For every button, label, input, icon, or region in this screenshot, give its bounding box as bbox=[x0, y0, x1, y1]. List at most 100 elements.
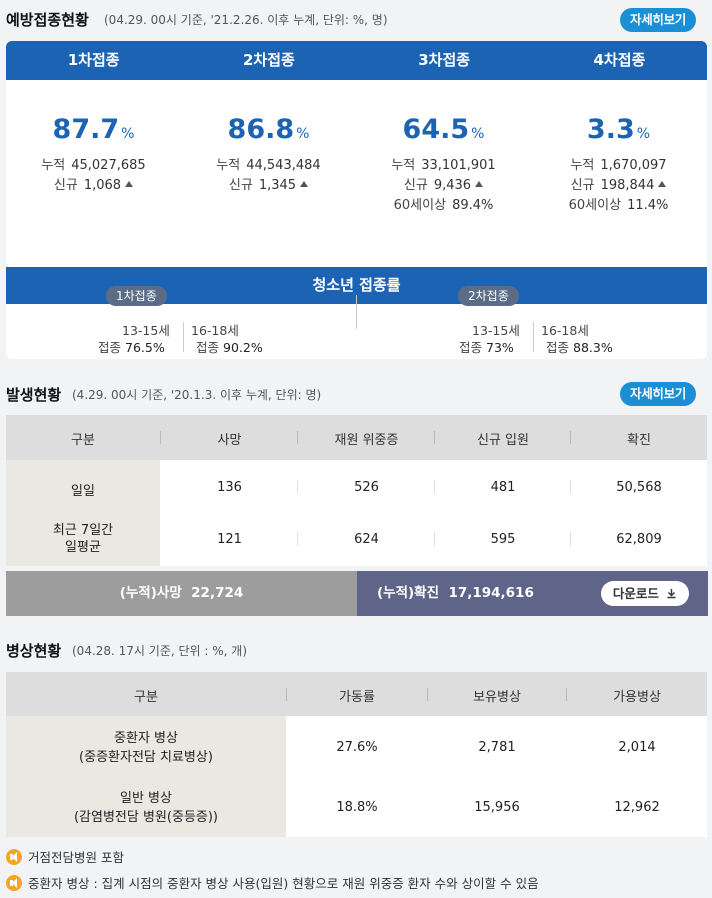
beds-row-1-utilization: 27.6% bbox=[336, 740, 378, 755]
beds-header-category: 구분 bbox=[134, 690, 158, 705]
dose-header-3: 3차접종 bbox=[418, 51, 471, 69]
cumulative-confirmed-value: 17,194,616 bbox=[448, 585, 534, 601]
dose-3-panel: 64.5% 누적 33,101,901 신규 9,436 60세이상 89.4% bbox=[356, 80, 531, 267]
incidence-header-deaths: 사망 bbox=[217, 433, 242, 448]
teen-dose-1-rate: 83.2% bbox=[178, 278, 258, 309]
beds-row-1-owned: 2,781 bbox=[478, 740, 516, 755]
teen-dose-1-rate-value: 83.2 bbox=[178, 278, 245, 309]
dose-1-new: 신규 1,068 bbox=[6, 174, 181, 193]
teen-dose-2-pill: 2차접종 bbox=[458, 286, 519, 306]
beds-note: (04.28. 17시 기준, 단위 : %, 개) bbox=[72, 644, 248, 658]
download-label: 다운로드 bbox=[612, 586, 659, 601]
beds-body bbox=[286, 716, 707, 837]
dose-header-4: 4차접종 bbox=[593, 51, 646, 69]
incidence-row-1-deaths: 136 bbox=[217, 480, 242, 495]
dose-4-rate: 3.3% bbox=[531, 114, 706, 145]
dose-3-cumulative: 누적 33,101,901 bbox=[391, 158, 496, 173]
up-triangle-icon bbox=[300, 181, 309, 187]
teen-dose-1-rate2: 접종 90.2% bbox=[196, 340, 263, 355]
teen-dose-1-pill: 1차접종 bbox=[106, 286, 167, 306]
beds-row-2-label: 일반 병상 (감염병전담 병원(중등증)) bbox=[73, 791, 219, 825]
incidence-body bbox=[160, 460, 707, 566]
vaccination-title: 예방접종현황 bbox=[6, 11, 89, 29]
dose-4-senior: 60세이상 11.4% bbox=[568, 198, 669, 213]
beds-row-1-available: 2,014 bbox=[618, 740, 656, 755]
incidence-row-2-label: 최근 7일간 일평균 bbox=[52, 523, 114, 555]
cumulative-deaths-bar: (누적)사망 22,724 bbox=[6, 571, 357, 616]
dose-2-rate: 86.8% bbox=[181, 114, 356, 145]
incidence-header-critical: 재원 위중증 bbox=[334, 433, 399, 448]
incidence-header-new-admit: 신규 입원 bbox=[477, 433, 529, 448]
incidence-row-1-confirmed: 50,568 bbox=[616, 480, 662, 495]
beds-row-1-label: 중환자 병상 (중증환자전담 치료병상) bbox=[79, 731, 213, 765]
teen-dose-1-rate1: 접종 76.5% bbox=[98, 340, 165, 355]
dose-3-senior: 60세이상 89.4% bbox=[393, 198, 494, 213]
incidence-header-confirmed: 확진 bbox=[627, 433, 651, 448]
teen-dose-2-rate-value: 80.5 bbox=[528, 278, 595, 309]
dose-4-new: 신규 198,844 bbox=[531, 174, 706, 193]
dose-1-rate: 87.7% bbox=[6, 114, 181, 145]
dose-header-row: 1차접종 2차접종 3차접종 4차접종 bbox=[6, 41, 707, 80]
beds-title: 병상현황 bbox=[6, 642, 62, 660]
dose-4-panel: 3.3% 누적 1,670,097 신규 198,844 60세이상 11.4% bbox=[531, 80, 706, 267]
cumulative-deaths-value: 22,724 bbox=[191, 585, 244, 601]
cumulative-deaths-label: (누적)사망 bbox=[119, 585, 182, 601]
dose-3-new: 신규 9,436 bbox=[356, 174, 531, 193]
vaccination-note: (04.29. 00시 기준, '21.2.26. 이후 누계, 단위: %, … bbox=[104, 13, 388, 27]
incidence-row-2-confirmed: 62,809 bbox=[616, 532, 662, 547]
dose-1-rate-unit: % bbox=[121, 126, 135, 142]
dose-2-rate-value: 86.8 bbox=[227, 114, 295, 145]
dose-3-rate-unit: % bbox=[471, 126, 485, 142]
incidence-title: 발생현황 bbox=[6, 386, 62, 404]
dose-4-cumulative: 누적 1,670,097 bbox=[570, 158, 667, 173]
beds-header-utilization: 가동률 bbox=[339, 690, 375, 705]
beds-note-1: 거점전담병원 포함 bbox=[6, 847, 124, 866]
incidence-header-category: 구분 bbox=[71, 433, 95, 448]
up-triangle-icon bbox=[658, 181, 667, 187]
cumulative-confirmed-label: (누적)확진 bbox=[377, 585, 440, 601]
teen-dose-2-rate-unit: % bbox=[594, 290, 608, 306]
dose-3-rate-value: 64.5 bbox=[402, 114, 470, 145]
speaker-icon bbox=[6, 875, 22, 891]
dose-4-rate-value: 3.3 bbox=[586, 114, 635, 145]
dose-4-rate-unit: % bbox=[636, 126, 651, 142]
dose-2-new: 신규 1,345 bbox=[181, 174, 356, 193]
incidence-row-1-label: 일일 bbox=[71, 484, 95, 499]
download-button[interactable]: 다운로드 bbox=[601, 581, 689, 606]
vaccination-more-button[interactable]: 자세히보기 bbox=[620, 8, 697, 32]
dose-header-2: 2차접종 bbox=[242, 51, 295, 69]
beds-row-2-owned: 15,956 bbox=[474, 800, 520, 815]
speaker-icon bbox=[6, 849, 22, 865]
teen-dose-1-divider bbox=[183, 322, 184, 352]
teen-center-divider bbox=[356, 295, 357, 329]
beds-row-2-utilization: 18.8% bbox=[336, 800, 378, 815]
beds-row-2-available: 12,962 bbox=[614, 800, 660, 815]
incidence-row-2-deaths: 121 bbox=[217, 532, 242, 547]
teen-dose-2-rate: 80.5% bbox=[528, 278, 608, 309]
teen-dose-2-rate1: 접종 73% bbox=[459, 340, 514, 355]
download-icon bbox=[667, 589, 676, 599]
vaccination-card: 1차접종 2차접종 3차접종 4차접종 87.7% 누적 45,027,685 신… bbox=[6, 41, 707, 359]
incidence-note: (4.29. 00시 기준, '20.1.3. 이후 누계, 단위: 명) bbox=[72, 388, 322, 402]
incidence-row-1-critical: 526 bbox=[354, 480, 379, 495]
beds-header-available: 가용병상 bbox=[613, 690, 661, 705]
incidence-row-2-critical: 624 bbox=[354, 532, 379, 547]
up-triangle-icon bbox=[475, 181, 484, 187]
dose-1-cumulative: 누적 45,027,685 bbox=[41, 158, 146, 173]
incidence-row-2-new-admit: 595 bbox=[490, 532, 516, 547]
beds-header-owned: 보유병상 bbox=[473, 690, 521, 705]
teen-dose-2-rate2: 접종 88.3% bbox=[546, 340, 613, 355]
incidence-row-1-new-admit: 481 bbox=[490, 480, 516, 495]
dose-1-panel: 87.7% 누적 45,027,685 신규 1,068 bbox=[6, 80, 181, 267]
beds-note-2: 중환자 병상 : 집계 시점의 중환자 병상 사용(입원) 현황으로 재원 위중… bbox=[6, 873, 539, 892]
teen-dose-1-rate-unit: % bbox=[244, 290, 258, 306]
dose-2-cumulative: 누적 44,543,484 bbox=[216, 158, 321, 173]
incidence-more-button[interactable]: 자세히보기 bbox=[620, 382, 697, 406]
dose-2-rate-unit: % bbox=[296, 126, 310, 142]
dose-1-rate-value: 87.7 bbox=[52, 114, 120, 145]
dose-header-1: 1차접종 bbox=[67, 51, 120, 69]
dose-3-rate: 64.5% bbox=[356, 114, 531, 145]
up-triangle-icon bbox=[125, 181, 134, 187]
dose-2-panel: 86.8% 누적 44,543,484 신규 1,345 bbox=[181, 80, 356, 267]
teen-dose-2-divider bbox=[533, 322, 534, 352]
